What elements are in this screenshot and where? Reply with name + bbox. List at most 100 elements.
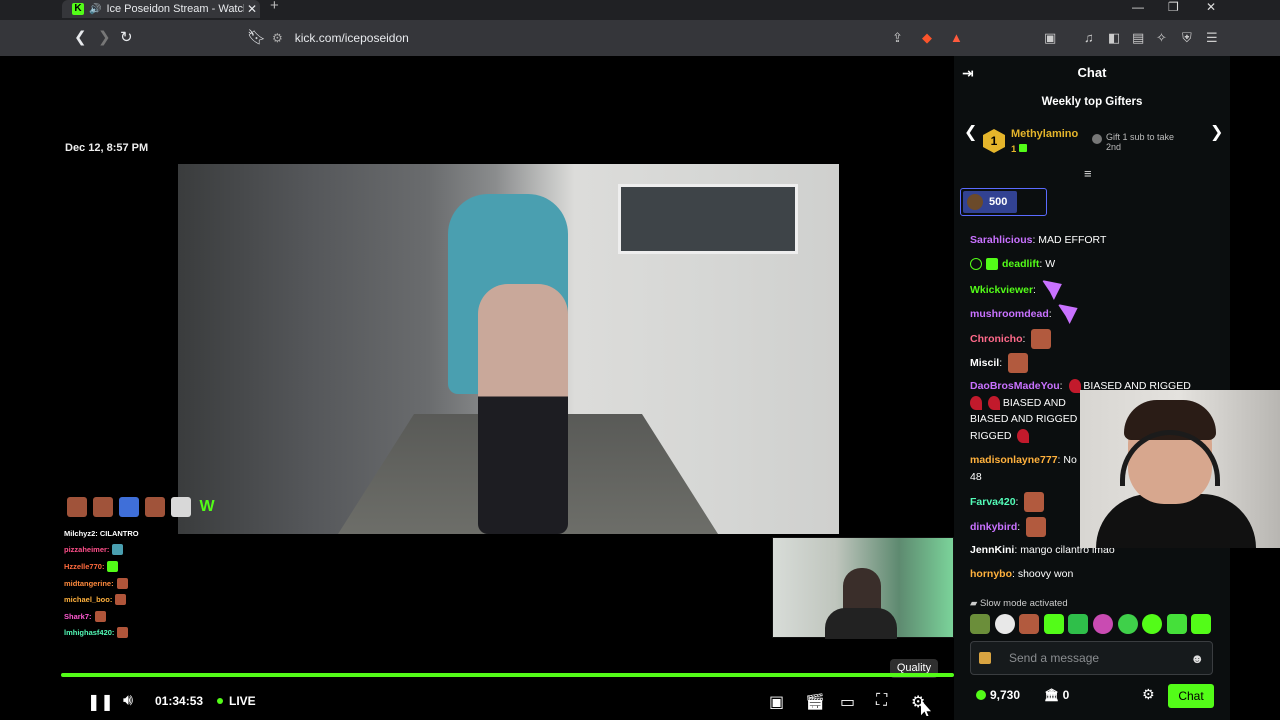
collapse-chat-icon[interactable]: ⇥ — [962, 56, 974, 90]
webcam-person-body — [825, 608, 897, 639]
live-indicator[interactable]: LIVE — [217, 694, 256, 708]
chat-message: Farva420: — [970, 492, 1045, 512]
chat-username[interactable]: deadlift — [1002, 258, 1039, 270]
browser-tab[interactable]: K 🔊 Ice Poseidon Stream - Watch ✕ — [62, 0, 260, 18]
share-icon[interactable]: ⇪ — [892, 30, 903, 46]
miniplayer-icon[interactable]: ▣ — [769, 692, 784, 712]
top-gifter-name[interactable]: Methylamino — [1011, 128, 1078, 140]
overlay-chat-user: michael_boo: — [64, 595, 113, 605]
emote-icon[interactable] — [970, 614, 990, 634]
sidebar-toggle-icon[interactable]: ▣ — [1044, 30, 1056, 46]
emote-icon[interactable] — [1191, 614, 1212, 634]
chat-text-3: BIASED AND RIGGED — [970, 413, 1078, 425]
media-icon[interactable]: ♫ — [1084, 30, 1094, 45]
theater-icon[interactable]: ▭ — [840, 692, 855, 712]
overlay-chat-user: midtangerine: — [64, 578, 114, 588]
chat-username[interactable]: hornybo — [970, 568, 1012, 580]
heart-emote-icon — [987, 395, 1000, 410]
overlay-chat-text: CILANTRO — [99, 528, 139, 538]
video-player[interactable]: Dec 12, 8:57 PM W Milchyz2: CILANTRO piz… — [61, 56, 954, 720]
chat-settings-icon[interactable]: ⚙ — [1142, 686, 1155, 703]
chat-username[interactable]: DaoBrosMadeYou — [970, 380, 1060, 392]
chat-username[interactable]: dinkybird — [970, 521, 1017, 533]
chat-message: Chronicho: — [970, 329, 1052, 349]
chat-header: ⇥ Chat — [954, 56, 1230, 90]
bank-count[interactable]: 🏛︎ 0 — [1044, 688, 1069, 702]
emote-menu-icon[interactable] — [979, 652, 991, 664]
chat-username[interactable]: madisonlayne777 — [970, 454, 1058, 466]
chat-username[interactable]: mushroomdead — [970, 308, 1049, 320]
chat-message: dinkybird: — [970, 517, 1047, 537]
heart-emote-icon — [970, 395, 982, 410]
chat-username[interactable]: Farva420 — [970, 496, 1016, 508]
points-icon — [976, 690, 986, 700]
gift-count-value: 1 — [1011, 144, 1017, 155]
new-tab-icon[interactable]: + — [270, 0, 279, 13]
close-window-icon[interactable]: ✕ — [1206, 0, 1216, 14]
address-bar[interactable]: ⚙ kick.com/iceposeidon — [272, 25, 972, 51]
chevron-right-icon[interactable]: ❯ — [1210, 122, 1223, 142]
overlay-emote-row: W — [67, 497, 217, 517]
menu-icon[interactable]: ☰ — [1206, 30, 1218, 46]
leo-icon[interactable]: ✧ — [1156, 30, 1167, 46]
pause-icon[interactable]: ❚❚ — [87, 692, 114, 712]
fullscreen-icon[interactable]: ⛶ — [876, 692, 887, 710]
emote-icon — [1041, 280, 1062, 300]
emote-icon — [1057, 304, 1078, 324]
verified-badge-icon — [970, 258, 982, 271]
wallet-icon[interactable]: ▤ — [1132, 30, 1144, 46]
smile-icon[interactable]: ☻ — [1190, 651, 1204, 666]
player-controls: ❚❚ 🔊︎ 01:34:53 LIVE ▣ 🎬︎ ▭ ⛶ ⚙ — [61, 686, 954, 716]
channel-points[interactable]: 9,730 — [976, 688, 1020, 702]
streamer-webcam — [772, 537, 954, 639]
rewards-icon[interactable]: ▲ — [950, 30, 963, 45]
minimize-icon[interactable]: — — [1132, 0, 1144, 14]
overlay-chat-line: pizzaheimer: — [64, 542, 204, 559]
brave-shield-icon[interactable]: ◆ — [922, 30, 932, 46]
video-frame[interactable] — [178, 164, 839, 534]
clip-icon[interactable]: 🎬︎ — [805, 692, 825, 712]
reload-icon[interactable]: ↻ — [120, 28, 133, 46]
chevron-left-icon[interactable]: ❮ — [964, 122, 977, 142]
streamer-webcam-large — [1080, 390, 1280, 548]
emote-icon[interactable] — [1092, 614, 1113, 634]
split-view-icon[interactable]: ◧ — [1108, 30, 1120, 46]
message-input[interactable]: Send a message ☻ — [970, 641, 1213, 675]
site-info-icon[interactable]: ⚙ — [272, 31, 283, 45]
volume-icon[interactable]: 🔊︎ — [123, 692, 133, 710]
vpn-icon[interactable]: ⛨ — [1182, 30, 1192, 46]
emote-icon — [145, 497, 165, 517]
chat-send-button[interactable]: Chat — [1168, 684, 1214, 708]
chat-username[interactable]: Chronicho — [970, 333, 1023, 345]
progress-bar[interactable] — [61, 673, 954, 677]
emote-icon[interactable] — [1166, 614, 1187, 634]
maximize-icon[interactable]: ❐ — [1168, 0, 1179, 14]
pinned-gift[interactable]: 500 — [960, 188, 1047, 216]
chat-username[interactable]: JennKini — [970, 544, 1014, 556]
overlay-chat-line: Milchyz2: CILANTRO — [64, 525, 204, 542]
emote-icon[interactable] — [994, 614, 1015, 634]
chat-text: MAD EFFORT — [1038, 234, 1107, 246]
bookmark-icon[interactable]: 🔖︎ — [247, 28, 266, 46]
stream-date: Dec 12, 8:57 PM — [65, 142, 149, 154]
chat-username[interactable]: Wkickviewer — [970, 284, 1033, 296]
speaker-icon[interactable]: 🔊 — [89, 4, 101, 15]
browser-tab-bar: K 🔊 Ice Poseidon Stream - Watch ✕ + — ❐ … — [0, 0, 1280, 20]
emote-icon[interactable] — [1043, 614, 1064, 634]
back-icon[interactable]: ❮ — [74, 28, 87, 46]
gift-hint-text: Gift 1 sub to take 2nd — [1106, 132, 1175, 152]
overlay-chat-user: lmhighasf420: — [64, 628, 115, 638]
window-shape — [618, 184, 798, 254]
emote-icon[interactable] — [1142, 614, 1163, 634]
emote-icon[interactable] — [1117, 614, 1138, 634]
emote-icon[interactable] — [1019, 614, 1040, 634]
live-dot-icon — [217, 698, 223, 704]
close-tab-icon[interactable]: ✕ — [244, 2, 260, 16]
emote-icon[interactable] — [1068, 614, 1089, 634]
forward-icon[interactable]: ❯ — [98, 28, 111, 46]
heart-emote-icon — [1017, 428, 1030, 443]
chat-username[interactable]: Miscil — [970, 357, 999, 369]
filter-icon[interactable]: ≡ — [1084, 166, 1092, 181]
chat-username[interactable]: Sarahlicious — [970, 234, 1032, 246]
emote-icon — [115, 594, 127, 606]
